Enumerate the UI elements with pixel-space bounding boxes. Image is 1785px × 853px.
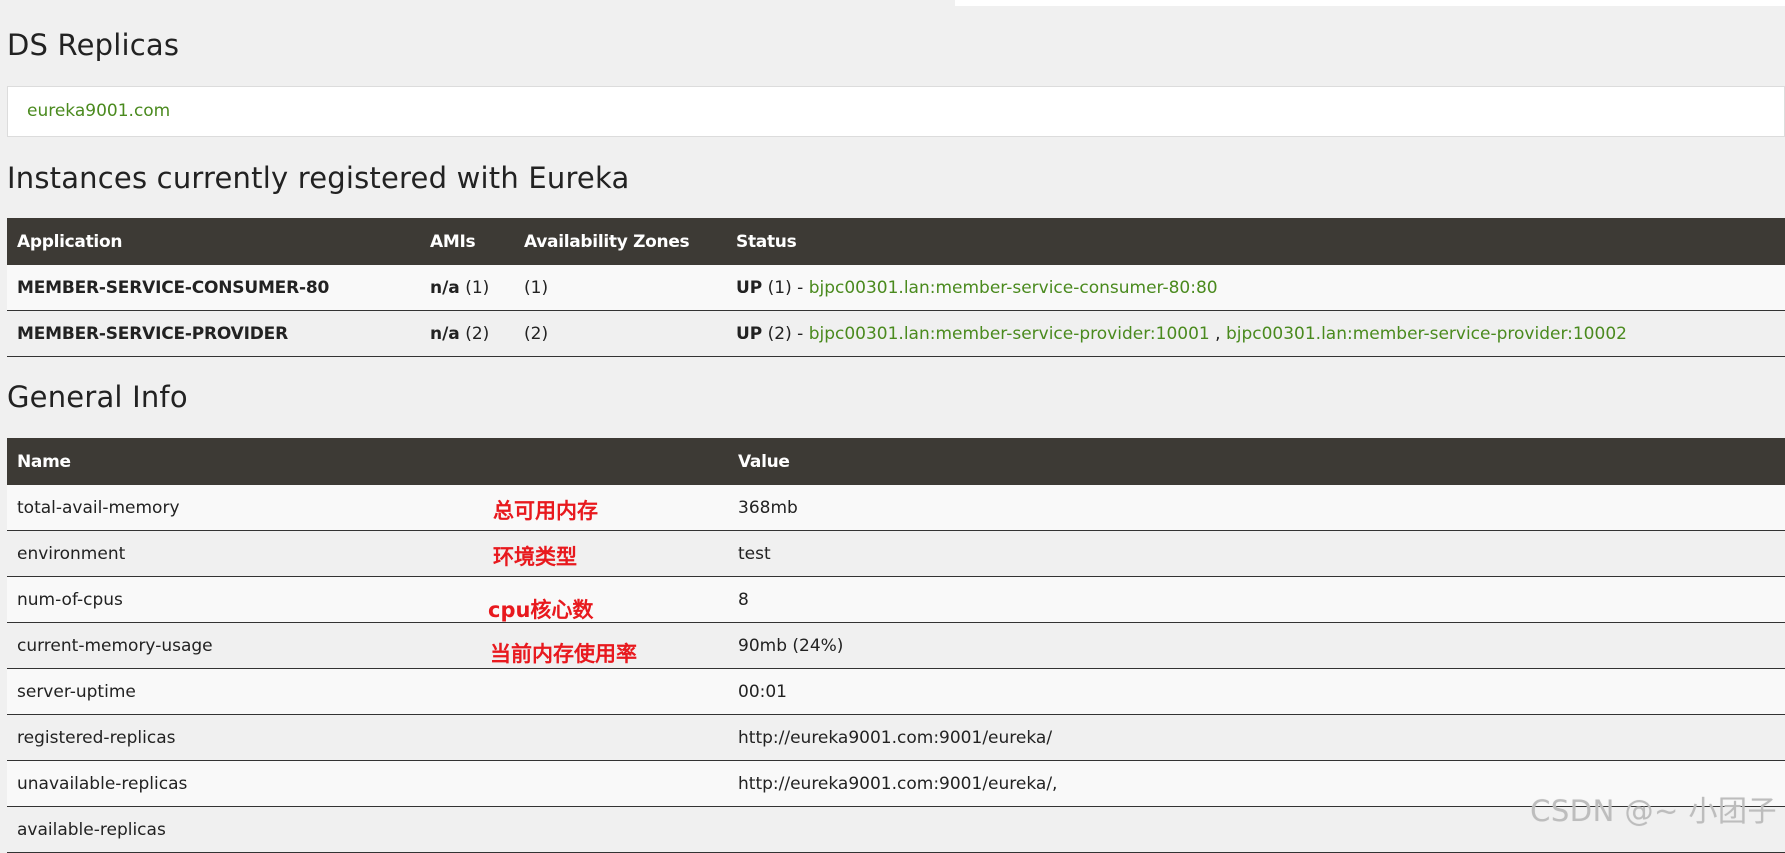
info-value: test bbox=[728, 530, 1785, 577]
link-separator: , bbox=[1209, 323, 1226, 344]
csdn-watermark: CSDN @~ 小团子 bbox=[1530, 794, 1777, 828]
table-row: environment test bbox=[7, 530, 1785, 577]
zones-cell: (1) bbox=[514, 265, 726, 311]
ds-replicas-heading: DS Replicas bbox=[7, 28, 180, 62]
status-cell: UP (2) - bjpc00301.lan:member-service-pr… bbox=[726, 310, 1785, 357]
top-strip bbox=[955, 0, 1785, 6]
info-name: server-uptime bbox=[7, 668, 728, 715]
amis-label: n/a bbox=[430, 277, 460, 298]
annotation-total-memory: 总可用内存 bbox=[493, 499, 598, 523]
status-label: UP bbox=[736, 277, 763, 298]
info-value: 8 bbox=[728, 576, 1785, 623]
col-application: Application bbox=[7, 218, 420, 265]
table-row: MEMBER-SERVICE-PROVIDER n/a (2) (2) UP (… bbox=[7, 310, 1785, 357]
application-name: MEMBER-SERVICE-PROVIDER bbox=[7, 310, 420, 357]
info-value: 00:01 bbox=[728, 668, 1785, 715]
info-name: num-of-cpus bbox=[7, 576, 728, 623]
info-name: available-replicas bbox=[7, 806, 728, 853]
table-row: num-of-cpus 8 bbox=[7, 576, 1785, 623]
annotation-memory-usage: 当前内存使用率 bbox=[490, 642, 637, 666]
instance-link[interactable]: bjpc00301.lan:member-service-provider:10… bbox=[809, 324, 1210, 344]
general-info-heading: General Info bbox=[7, 380, 188, 414]
instance-link[interactable]: bjpc00301.lan:member-service-provider:10… bbox=[1226, 324, 1627, 344]
info-name: total-avail-memory bbox=[7, 485, 728, 531]
zones-cell: (2) bbox=[514, 310, 726, 357]
col-value: Value bbox=[728, 438, 1785, 485]
col-amis: AMIs bbox=[420, 218, 514, 265]
status-cell: UP (1) - bjpc00301.lan:member-service-co… bbox=[726, 265, 1785, 311]
info-name: registered-replicas bbox=[7, 714, 728, 761]
status-count: (2) - bbox=[762, 323, 809, 344]
table-row: unavailable-replicas http://eureka9001.c… bbox=[7, 760, 1785, 807]
general-header-row: Name Value bbox=[7, 438, 1785, 485]
table-row: registered-replicas http://eureka9001.co… bbox=[7, 714, 1785, 761]
amis-label: n/a bbox=[430, 323, 460, 344]
info-value: http://eureka9001.com:9001/eureka/ bbox=[728, 714, 1785, 761]
instances-table: Application AMIs Availability Zones Stat… bbox=[7, 218, 1785, 357]
info-name: environment bbox=[7, 530, 728, 577]
amis-count: (1) bbox=[459, 277, 490, 298]
amis-cell: n/a (2) bbox=[420, 310, 514, 357]
general-info-table: Name Value total-avail-memory 368mb envi… bbox=[7, 438, 1785, 853]
ds-replicas-list: eureka9001.com bbox=[7, 86, 1785, 137]
application-name: MEMBER-SERVICE-CONSUMER-80 bbox=[7, 265, 420, 311]
instances-header-row: Application AMIs Availability Zones Stat… bbox=[7, 218, 1785, 265]
amis-count: (2) bbox=[459, 323, 490, 344]
instance-link[interactable]: bjpc00301.lan:member-service-consumer-80… bbox=[809, 278, 1218, 298]
status-label: UP bbox=[736, 323, 763, 344]
info-name: unavailable-replicas bbox=[7, 760, 728, 807]
info-value: 90mb (24%) bbox=[728, 622, 1785, 669]
table-row: MEMBER-SERVICE-CONSUMER-80 n/a (1) (1) U… bbox=[7, 265, 1785, 311]
annotation-cpu-cores: cpu核心数 bbox=[488, 598, 594, 622]
col-availability-zones: Availability Zones bbox=[514, 218, 726, 265]
info-value: 368mb bbox=[728, 485, 1785, 531]
table-row: available-replicas bbox=[7, 806, 1785, 853]
table-row: total-avail-memory 368mb bbox=[7, 485, 1785, 531]
instances-heading: Instances currently registered with Eure… bbox=[7, 161, 630, 195]
col-name: Name bbox=[7, 438, 728, 485]
table-row: server-uptime 00:01 bbox=[7, 668, 1785, 715]
amis-cell: n/a (1) bbox=[420, 265, 514, 311]
table-row: current-memory-usage 90mb (24%) bbox=[7, 622, 1785, 669]
replica-link[interactable]: eureka9001.com bbox=[27, 101, 170, 121]
col-status: Status bbox=[726, 218, 1785, 265]
annotation-environment: 环境类型 bbox=[493, 545, 577, 569]
status-count: (1) - bbox=[762, 277, 809, 298]
